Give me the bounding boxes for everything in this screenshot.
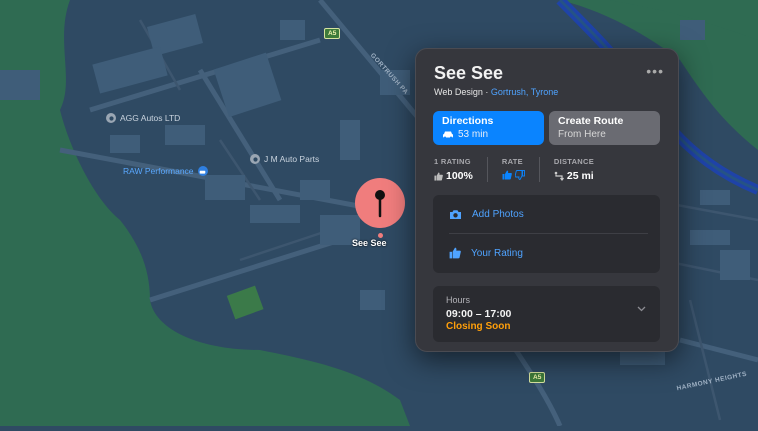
pushpin-icon bbox=[375, 190, 385, 218]
car-icon bbox=[197, 166, 208, 176]
place-location-link[interactable]: Gortrush, Tyrone bbox=[491, 87, 558, 97]
distance-header: DISTANCE bbox=[553, 157, 595, 166]
thumbs-down-icon[interactable] bbox=[514, 170, 525, 180]
thumbs-up-icon[interactable] bbox=[502, 170, 512, 180]
directions-label: Directions bbox=[442, 115, 494, 127]
add-photos-button[interactable]: Add Photos bbox=[433, 195, 660, 233]
place-card: ••• See See Web Design · Gortrush, Tyron… bbox=[415, 48, 679, 352]
poi-label: J M Auto Parts bbox=[264, 154, 320, 164]
create-route-sub: From Here bbox=[558, 129, 606, 140]
pin-label: See See bbox=[352, 238, 387, 248]
car-repair-icon bbox=[250, 154, 260, 164]
road-shield-a5: A5 bbox=[529, 372, 546, 383]
place-subtitle: Web Design · Gortrush, Tyrone bbox=[434, 87, 558, 97]
thumbs-up-icon bbox=[449, 247, 461, 259]
rate-header: RATE bbox=[501, 157, 523, 166]
add-photos-label: Add Photos bbox=[472, 208, 524, 220]
create-route-button[interactable]: Create Route From Here bbox=[549, 111, 660, 145]
your-rating-button[interactable]: Your Rating bbox=[433, 234, 660, 272]
distance-value: 25 mi bbox=[566, 170, 594, 182]
camera-icon bbox=[450, 209, 461, 219]
chevron-down-icon[interactable] bbox=[637, 306, 646, 312]
poi-jm-auto-parts[interactable]: J M Auto Parts bbox=[250, 154, 319, 164]
directions-time: 53 min bbox=[458, 129, 489, 140]
stats-row: 1 RATING 100% RATE DISTANCE 25 mi bbox=[434, 157, 660, 182]
actions-group: Add Photos Your Rating bbox=[433, 195, 660, 273]
hours-section[interactable]: Hours 09:00 – 17:00 Closing Soon bbox=[433, 286, 660, 342]
subtitle-separator: · bbox=[485, 87, 489, 97]
place-category: Web Design bbox=[434, 87, 483, 97]
rating-header: 1 RATING bbox=[434, 157, 471, 166]
create-route-label: Create Route bbox=[558, 115, 624, 127]
poi-agg-autos[interactable]: AGG Autos LTD bbox=[106, 113, 180, 123]
route-icon bbox=[554, 171, 564, 181]
car-icon bbox=[443, 131, 453, 139]
stat-rating: 1 RATING 100% bbox=[434, 157, 488, 182]
stat-distance: DISTANCE 25 mi bbox=[554, 157, 608, 182]
poi-label: AGG Autos LTD bbox=[120, 113, 181, 123]
hours-status: Closing Soon bbox=[446, 321, 511, 332]
pin-marker[interactable] bbox=[355, 178, 405, 228]
car-repair-icon bbox=[106, 113, 116, 123]
poi-raw-performance[interactable]: RAW Performance bbox=[123, 166, 208, 176]
more-options-button[interactable]: ••• bbox=[646, 63, 664, 79]
directions-button[interactable]: Directions 53 min bbox=[433, 111, 544, 145]
rating-value: 100% bbox=[446, 170, 473, 182]
poi-label: RAW Performance bbox=[123, 166, 194, 176]
road-shield-a5: A5 bbox=[324, 28, 341, 39]
hours-time: 09:00 – 17:00 bbox=[446, 308, 512, 320]
thumbs-up-icon bbox=[434, 171, 443, 181]
place-title: See See bbox=[434, 63, 504, 83]
hours-header: Hours bbox=[446, 295, 471, 305]
stat-rate: RATE bbox=[502, 157, 540, 182]
your-rating-label: Your Rating bbox=[471, 247, 523, 259]
